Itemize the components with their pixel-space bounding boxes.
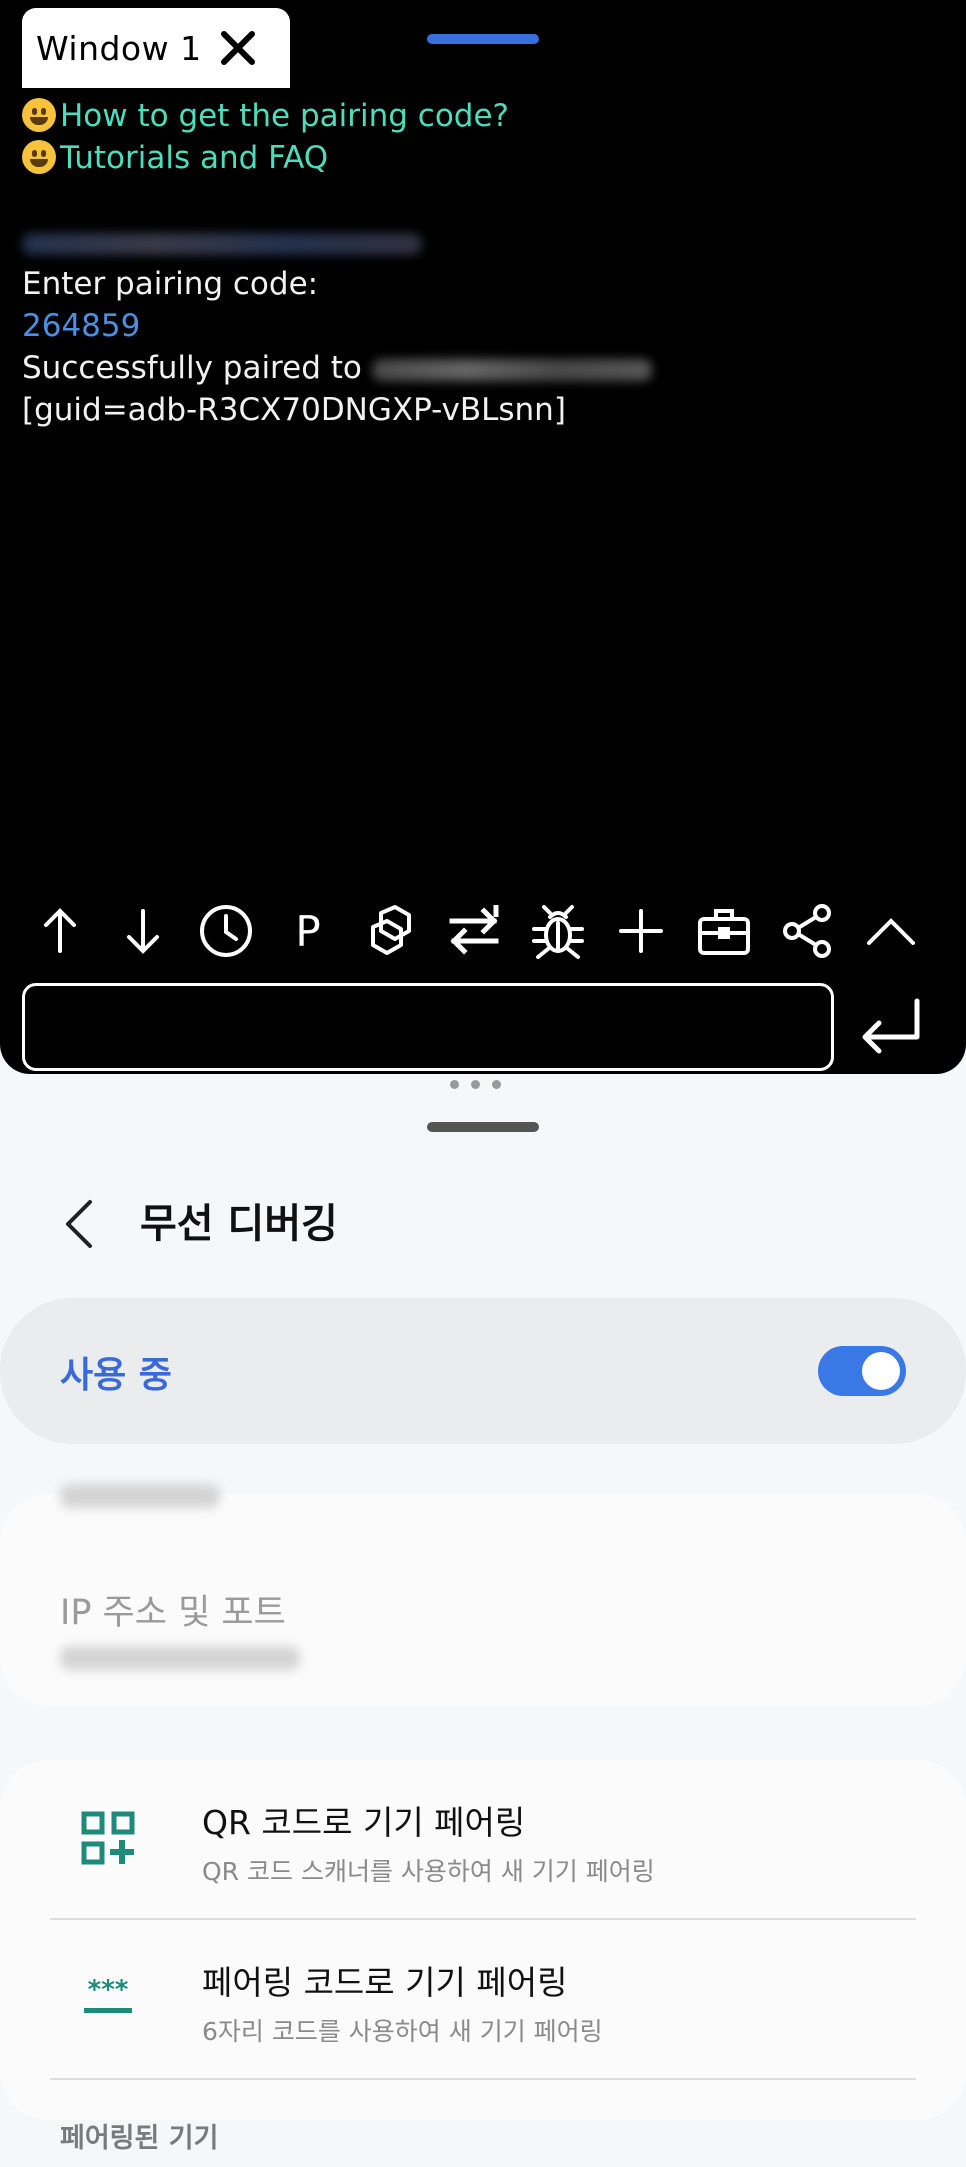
smiley-icon	[22, 140, 56, 174]
pairing-help-link[interactable]: How to get the pairing code?	[22, 95, 952, 137]
prompt-line: Enter pairing code:	[22, 266, 319, 302]
window-drag-handle[interactable]	[427, 34, 539, 44]
redacted-command-line	[22, 221, 952, 263]
divider	[50, 2078, 916, 2080]
ip-port-label: IP 주소 및 포트	[60, 1593, 286, 1633]
redacted-ip-port	[60, 1646, 300, 1670]
terminal-toolbar: P	[22, 895, 922, 967]
bug-icon[interactable]	[522, 895, 594, 967]
enter-icon[interactable]	[855, 993, 927, 1065]
paired-prefix: Successfully paired to	[22, 350, 362, 386]
window-tab[interactable]: Window 1	[22, 8, 290, 88]
redacted-command	[22, 232, 422, 255]
code-pairing-subtitle: 6자리 코드를 사용하여 새 기기 페어링	[202, 2017, 603, 2046]
page-title: 무선 디버깅	[140, 1201, 338, 1247]
p-key-button[interactable]: P	[272, 895, 344, 967]
qr-pairing-title: QR 코드로 기기 페어링	[202, 1803, 526, 1842]
pairing-help-text: How to get the pairing code?	[60, 98, 509, 134]
plus-icon[interactable]	[605, 895, 677, 967]
pairing-code-icon: ***	[84, 1975, 132, 2013]
command-input[interactable]	[22, 983, 834, 1071]
package-icon[interactable]	[355, 895, 427, 967]
qr-code-icon	[81, 1811, 135, 1865]
pairing-options-card: QR 코드로 기기 페어링 QR 코드 스캐너를 사용하여 새 기기 페어링 *…	[0, 1760, 966, 2120]
toggle-knob	[862, 1352, 900, 1390]
terminal-window: Window 1 How to get the pairing code? Tu…	[0, 0, 966, 1074]
tutorials-text: Tutorials and FAQ	[60, 140, 329, 176]
arrow-up-icon[interactable]	[24, 895, 96, 967]
window-tab-title: Window 1	[36, 28, 202, 68]
code-pairing-option[interactable]: *** 페어링 코드로 기기 페어링 6자리 코드를 사용하여 새 기기 페어링	[0, 1920, 966, 2078]
back-icon[interactable]	[58, 1194, 102, 1254]
settings-sheet: 무선 디버깅 사용 중 IP 주소 및 포트 QR 코드로 기기 페어링 QR …	[0, 1096, 966, 2167]
terminal-output: How to get the pairing code? Tutorials a…	[22, 95, 952, 431]
device-info-card: IP 주소 및 포트	[0, 1484, 966, 1706]
close-icon[interactable]	[218, 28, 258, 68]
paired-devices-header: 페어링된 기기	[60, 2123, 219, 2154]
tutorials-link[interactable]: Tutorials and FAQ	[22, 137, 952, 179]
smiley-icon	[22, 98, 56, 132]
split-divider-handle[interactable]	[450, 1080, 501, 1089]
chevron-up-icon[interactable]	[855, 895, 927, 967]
code-pairing-title: 페어링 코드로 기기 페어링	[202, 1963, 568, 2002]
share-icon[interactable]	[772, 895, 844, 967]
redacted-device-name	[60, 1484, 220, 1508]
swap-icon[interactable]	[438, 895, 510, 967]
master-toggle[interactable]	[818, 1346, 906, 1396]
wireless-debugging-master-switch[interactable]: 사용 중	[0, 1298, 966, 1444]
master-switch-label: 사용 중	[60, 1355, 172, 1396]
redacted-address	[371, 358, 652, 381]
history-icon[interactable]	[190, 895, 262, 967]
arrow-down-icon[interactable]	[107, 895, 179, 967]
qr-pairing-subtitle: QR 코드 스캐너를 사용하여 새 기기 페어링	[202, 1857, 655, 1886]
paired-line: Successfully paired to	[22, 347, 952, 389]
toolbox-icon[interactable]	[688, 895, 760, 967]
qr-pairing-option[interactable]: QR 코드로 기기 페어링 QR 코드 스캐너를 사용하여 새 기기 페어링	[0, 1760, 966, 1918]
guid-line: [guid=adb-R3CX70DNGXP-vBLsnn]	[22, 392, 566, 428]
sheet-drag-handle[interactable]	[427, 1122, 539, 1132]
pairing-code-value: 264859	[22, 308, 141, 344]
svg-text:***: ***	[88, 1975, 129, 2005]
